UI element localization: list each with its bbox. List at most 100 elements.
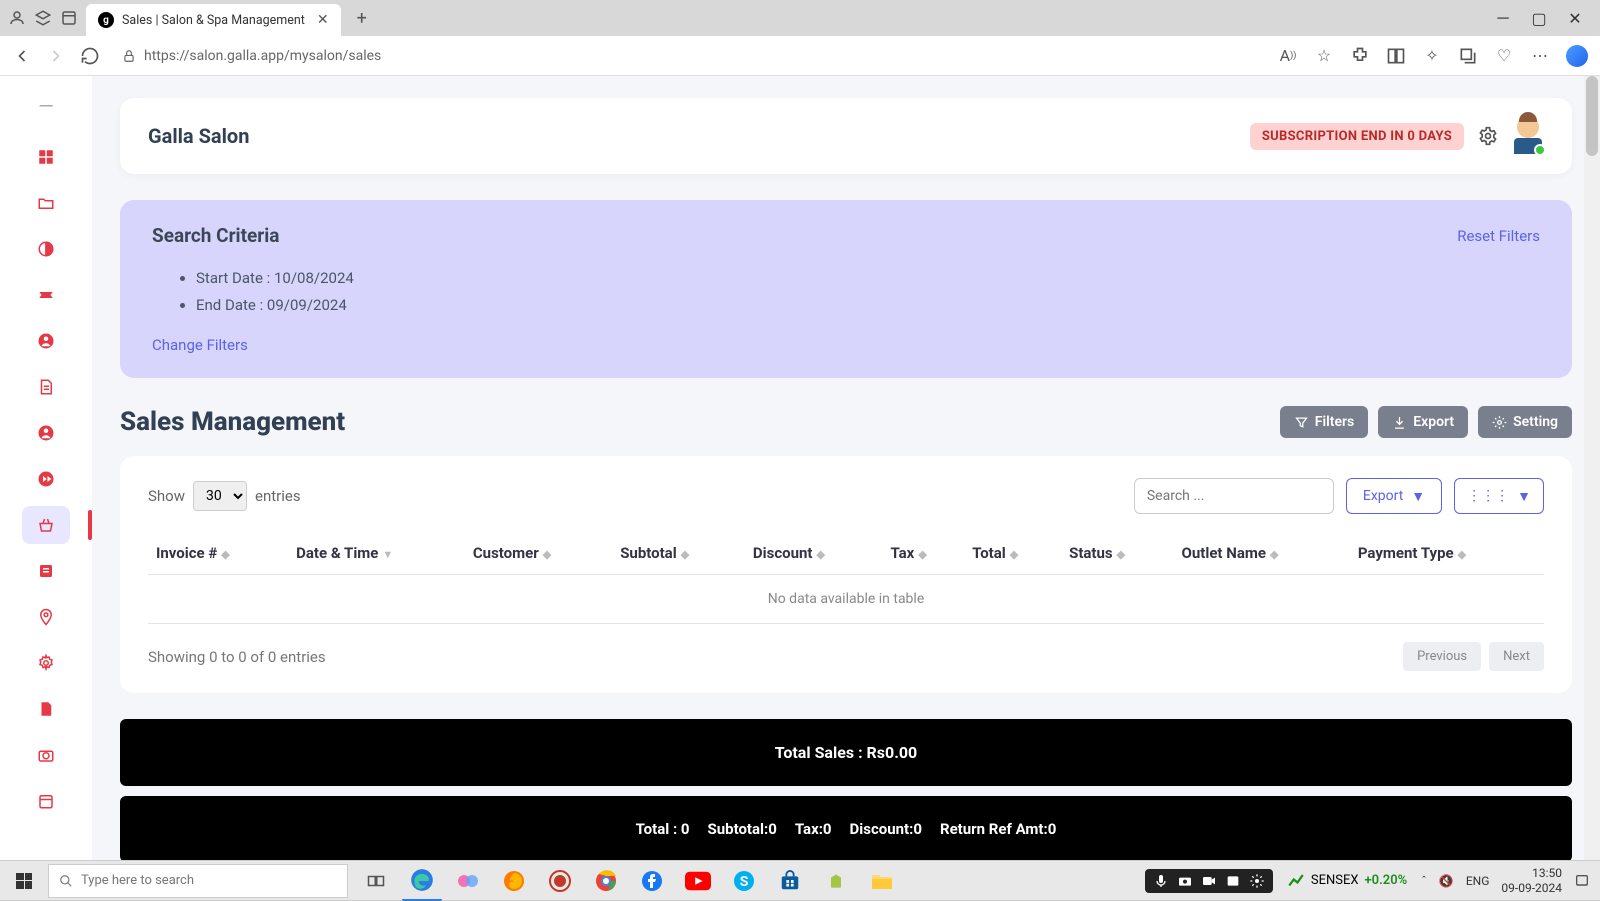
taskbar-app-icon[interactable] (816, 861, 856, 901)
tray-overflow-icon[interactable]: ˆ (1421, 874, 1427, 888)
browser-essentials-icon[interactable]: ♡ (1494, 46, 1514, 66)
refresh-button[interactable] (80, 46, 100, 66)
sidebar-item-file[interactable] (22, 690, 70, 728)
start-button[interactable] (0, 861, 48, 901)
column-header[interactable]: Discount◆ (745, 532, 883, 575)
column-header[interactable]: Payment Type◆ (1350, 532, 1544, 575)
browser-tab[interactable]: g Sales | Salon & Spa Management ✕ (86, 4, 341, 36)
subscription-badge: SUBSCRIPTION END IN 0 DAYS (1250, 123, 1464, 150)
total-sales-bar: Total Sales : Rs0.00 (120, 719, 1572, 786)
sensex-widget[interactable]: SENSEX +0.20% (1287, 872, 1407, 890)
sidebar-item-camera[interactable] (22, 736, 70, 774)
basket-icon (37, 516, 55, 534)
workspaces-icon[interactable] (34, 9, 52, 27)
summary-tax: Tax:0 (795, 820, 832, 838)
trend-up-icon (1287, 872, 1305, 890)
minimize-button[interactable]: ─ (1494, 9, 1512, 27)
scrollbar[interactable] (1584, 76, 1600, 860)
taskbar-facebook-icon[interactable] (632, 861, 672, 901)
extensions-icon[interactable] (1350, 46, 1370, 66)
sidebar-item-user2[interactable] (22, 414, 70, 452)
column-header[interactable]: Invoice #◆ (148, 532, 288, 575)
split-screen-icon[interactable] (1386, 46, 1406, 66)
tray-recording-panel[interactable] (1145, 869, 1273, 893)
column-header[interactable]: Subtotal◆ (612, 532, 745, 575)
column-header[interactable]: Customer◆ (465, 532, 612, 575)
task-view-icon[interactable] (356, 861, 396, 901)
taskbar-chrome-icon[interactable] (586, 861, 626, 901)
sidebar-item-sales[interactable] (22, 506, 70, 544)
next-button[interactable]: Next (1489, 642, 1544, 671)
taskbar-firefox-icon[interactable] (494, 861, 534, 901)
column-header[interactable]: Total◆ (964, 532, 1061, 575)
maximize-button[interactable]: ▢ (1530, 9, 1548, 27)
favorite-icon[interactable]: ☆ (1314, 46, 1334, 66)
page-size-select[interactable]: 30 (193, 481, 247, 511)
more-icon[interactable]: ⋯ (1530, 46, 1550, 66)
sidebar-item-folder[interactable] (22, 184, 70, 222)
copilot-icon[interactable] (1566, 45, 1588, 67)
column-picker-button[interactable]: ⋮⋮⋮▼ (1454, 478, 1544, 514)
back-button[interactable] (12, 46, 32, 66)
profile-icon[interactable] (8, 9, 26, 27)
language-indicator[interactable]: ENG (1466, 874, 1490, 888)
sidebar-item-forward[interactable] (22, 460, 70, 498)
window-icon (1225, 873, 1241, 889)
svg-text:S: S (740, 874, 749, 890)
address-bar[interactable]: https://salon.galla.app/mysalon/sales (114, 44, 1264, 68)
list-icon (37, 562, 55, 580)
sidebar-item-location[interactable] (22, 598, 70, 636)
video-icon (1201, 873, 1217, 889)
sidebar-item-ticket[interactable] (22, 276, 70, 314)
read-aloud-icon[interactable]: A)) (1278, 46, 1298, 66)
taskbar-search[interactable]: Type here to search (48, 864, 348, 898)
user-avatar[interactable] (1512, 116, 1544, 156)
column-header[interactable]: Tax◆ (882, 532, 964, 575)
system-clock[interactable]: 13:50 09-09-2024 (1501, 866, 1562, 895)
sidebar-item-dashboard[interactable] (22, 138, 70, 176)
favorites-bar-icon[interactable]: ✧ (1422, 46, 1442, 66)
tab-favicon: g (98, 12, 114, 28)
sidebar-item-contrast[interactable] (22, 230, 70, 268)
collections-icon[interactable] (1458, 46, 1478, 66)
caret-down-icon: ▼ (1517, 488, 1531, 505)
windows-taskbar: Type here to search S SENSEX +0.20% ˆ (0, 860, 1600, 900)
summary-subtotal: Subtotal:0 (708, 820, 777, 838)
notifications-icon[interactable] (1574, 873, 1590, 889)
app-viewport: — Galla Salon SUBSCRIPTION END IN 0 DAYS (0, 76, 1600, 860)
new-tab-button[interactable]: + (349, 8, 375, 29)
sidebar-item-settings[interactable] (22, 644, 70, 682)
previous-button[interactable]: Previous (1403, 642, 1481, 671)
table-export-button[interactable]: Export▼ (1346, 478, 1442, 514)
column-header[interactable]: Date & Time▼ (288, 532, 465, 575)
volume-mute-icon[interactable]: 🔇 (1439, 874, 1454, 888)
taskbar-edge-icon[interactable] (402, 861, 442, 901)
setting-button[interactable]: Setting (1478, 406, 1572, 438)
document-icon (37, 378, 55, 396)
taskbar-store-icon[interactable] (770, 861, 810, 901)
taskbar-record-icon[interactable] (540, 861, 580, 901)
column-header[interactable]: Outlet Name◆ (1174, 532, 1350, 575)
settings-gear-icon[interactable] (1478, 126, 1498, 146)
close-window-button[interactable]: ✕ (1566, 9, 1584, 27)
mic-icon (1153, 873, 1169, 889)
sidebar-item-document[interactable] (22, 368, 70, 406)
sidebar-item-list[interactable] (22, 552, 70, 590)
sidebar-toggle[interactable]: — (38, 94, 54, 118)
export-button[interactable]: Export (1378, 406, 1468, 438)
tab-close-button[interactable]: ✕ (317, 12, 329, 28)
sales-table: Invoice #◆Date & Time▼Customer◆Subtotal◆… (148, 532, 1544, 624)
sidebar-item-calendar[interactable] (22, 782, 70, 820)
taskbar-youtube-icon[interactable] (678, 861, 718, 901)
reset-filters-link[interactable]: Reset Filters (1457, 227, 1540, 245)
tab-actions-icon[interactable] (60, 9, 78, 27)
column-header[interactable]: Status◆ (1061, 532, 1173, 575)
taskbar-copilot-icon[interactable] (448, 861, 488, 901)
table-search-input[interactable] (1134, 478, 1334, 514)
camera-icon (37, 746, 55, 764)
filters-button[interactable]: Filters (1280, 406, 1368, 438)
change-filters-link[interactable]: Change Filters (152, 336, 248, 354)
sidebar-item-user[interactable] (22, 322, 70, 360)
taskbar-skype-icon[interactable]: S (724, 861, 764, 901)
taskbar-explorer-icon[interactable] (862, 861, 902, 901)
